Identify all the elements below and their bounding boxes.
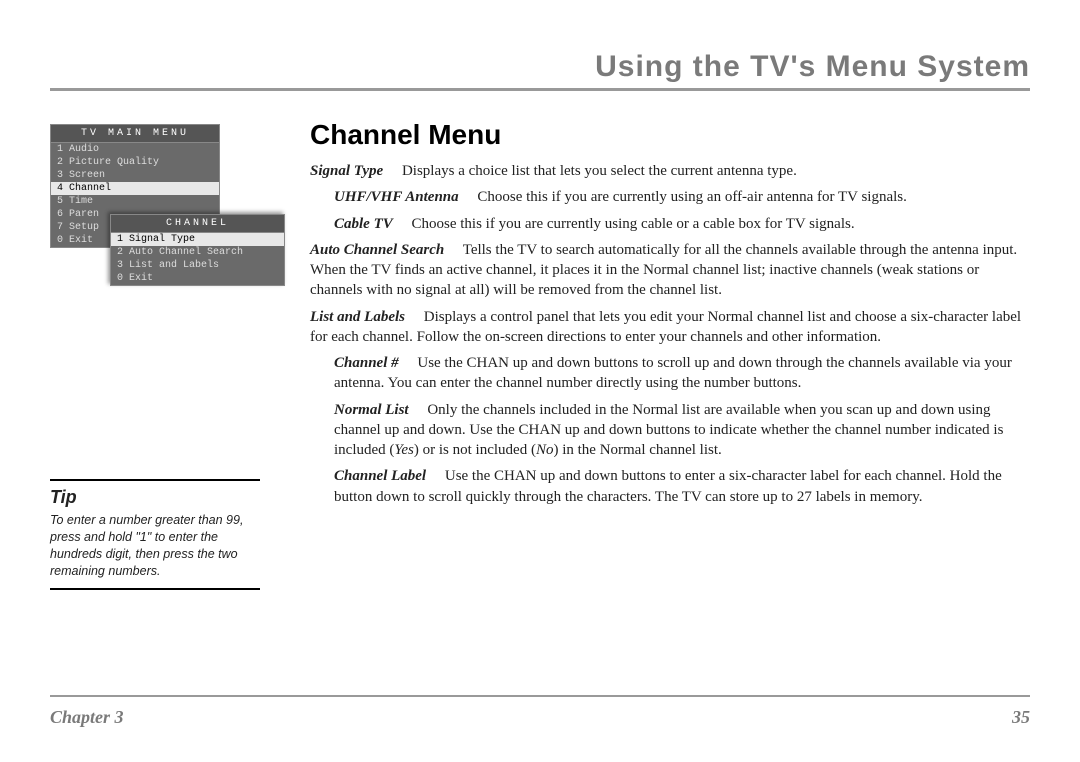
text-uhf: Choose this if you are currently using a… [477, 189, 907, 205]
tv-sub-row: 3 List and Labels [111, 259, 284, 272]
text-signal-type: Displays a choice list that lets you sel… [402, 163, 797, 179]
term-auto: Auto Channel Search [310, 242, 444, 258]
tv-main-row-highlighted: 4 Channel [51, 182, 219, 195]
tv-sub-row: 2 Auto Channel Search [111, 246, 284, 259]
text-chnum: Use the CHAN up and down buttons to scro… [334, 355, 1012, 391]
left-column: TV MAIN MENU 1 Audio 2 Picture Quality 3… [50, 119, 280, 590]
tv-main-menu-title: TV MAIN MENU [51, 125, 219, 143]
term-norm: Normal List [334, 402, 409, 418]
cable-para: Cable TV Choose this if you are currentl… [310, 214, 1030, 234]
signal-type-para: Signal Type Displays a choice list that … [310, 161, 1030, 181]
tv-main-row: 1 Audio [51, 143, 219, 156]
norm-yes: Yes [394, 442, 413, 458]
tip-bottom-rule [50, 588, 260, 590]
tv-submenu-title: CHANNEL [111, 215, 284, 233]
footer-chapter: Chapter 3 [50, 707, 124, 728]
footer-rule [50, 695, 1030, 697]
content-columns: TV MAIN MENU 1 Audio 2 Picture Quality 3… [50, 119, 1030, 590]
uhf-para: UHF/VHF Antenna Choose this if you are c… [310, 187, 1030, 207]
tv-sub-row: 0 Exit [111, 272, 284, 285]
term-uhf: UHF/VHF Antenna [334, 189, 459, 205]
list-labels-para: List and Labels Displays a control panel… [310, 307, 1030, 348]
channel-num-para: Channel # Use the CHAN up and down butto… [310, 353, 1030, 394]
text-cable: Choose this if you are currently using c… [412, 216, 855, 232]
term-list: List and Labels [310, 309, 405, 325]
text-norm-b: ) or is not included ( [414, 442, 536, 458]
term-chnum: Channel # [334, 355, 399, 371]
tv-channel-submenu-panel: CHANNEL 1 Signal Type 2 Auto Channel Sea… [110, 214, 285, 286]
tip-block: Tip To enter a number greater than 99, p… [50, 479, 280, 590]
tip-text: To enter a number greater than 99, press… [50, 512, 260, 580]
tip-top-rule [50, 479, 260, 481]
section-heading: Channel Menu [310, 119, 1030, 151]
auto-search-para: Auto Channel Search Tells the TV to sear… [310, 240, 1030, 301]
normal-list-para: Normal List Only the channels included i… [310, 400, 1030, 461]
footer-page-number: 35 [1012, 707, 1030, 728]
tip-title: Tip [50, 487, 280, 508]
page-footer: Chapter 3 35 [50, 695, 1030, 728]
text-norm-c: ) in the Normal channel list. [553, 442, 721, 458]
page-header-title: Using the TV's Menu System [50, 50, 1030, 84]
tv-sub-row-highlighted: 1 Signal Type [111, 233, 284, 246]
tv-main-row: 3 Screen [51, 169, 219, 182]
header-rule [50, 88, 1030, 91]
term-cable: Cable TV [334, 216, 393, 232]
tv-menu-screenshot: TV MAIN MENU 1 Audio 2 Picture Quality 3… [50, 124, 265, 279]
term-label: Channel Label [334, 468, 426, 484]
tv-main-row: 2 Picture Quality [51, 156, 219, 169]
right-column: Channel Menu Signal Type Displays a choi… [310, 119, 1030, 590]
norm-no: No [536, 442, 554, 458]
channel-label-para: Channel Label Use the CHAN up and down b… [310, 466, 1030, 507]
term-signal-type: Signal Type [310, 163, 383, 179]
tv-main-row: 5 Time [51, 195, 219, 208]
